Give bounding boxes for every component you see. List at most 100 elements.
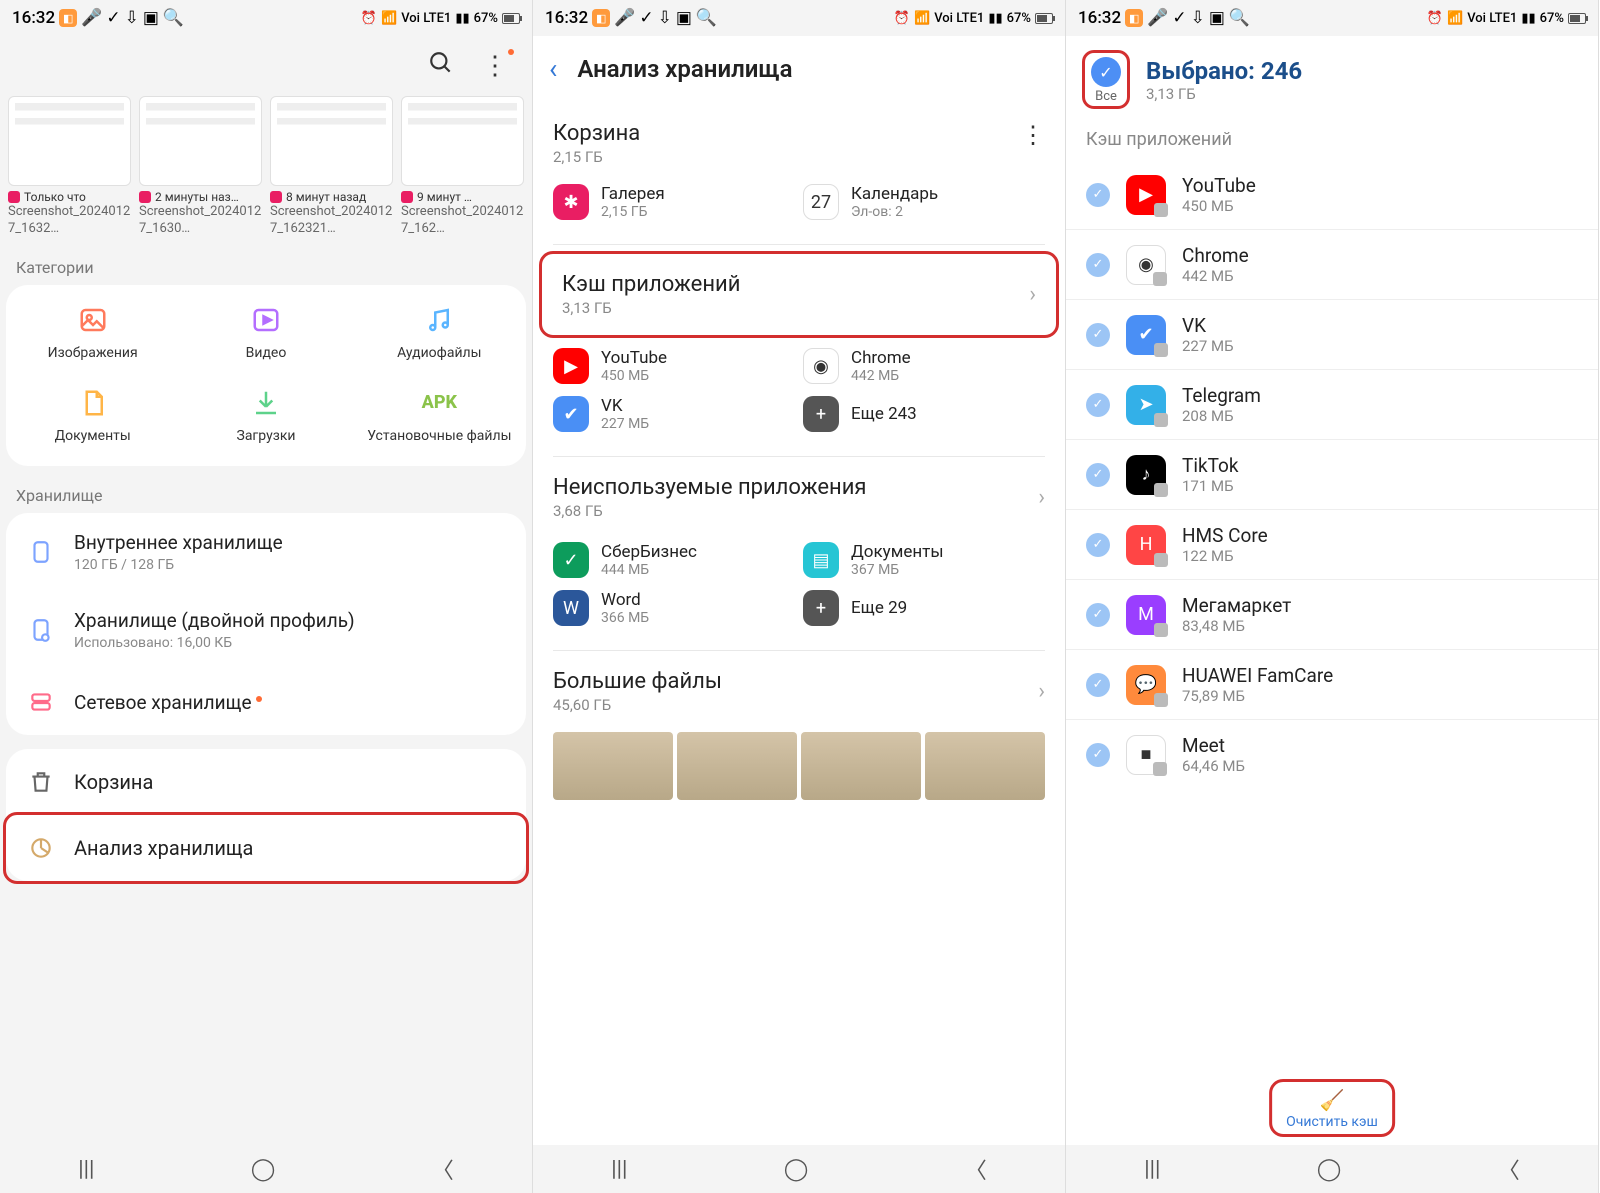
checkbox-icon[interactable]: ✓ (1086, 743, 1110, 767)
category-image[interactable]: Изображения (6, 303, 179, 362)
recents-button[interactable]: ||| (1144, 1157, 1160, 1182)
status-app-icon: ◧ (59, 9, 77, 27)
app-item[interactable]: ✱ Галерея2,15 ГБ (553, 184, 795, 220)
screenshot-thumb[interactable]: 9 минут … Screenshot_20240127_162… (401, 96, 524, 238)
categories-label: Категории (0, 238, 532, 285)
alarm-icon: ⏰ (361, 11, 377, 26)
signal-icon: ▮▮ (1521, 11, 1535, 26)
checkbox-icon[interactable]: ✓ (1086, 533, 1110, 557)
wifi-icon: 📶 (381, 11, 397, 26)
home-button[interactable]: ◯ (251, 1157, 276, 1182)
clear-cache-label: Очистить кэш (1286, 1114, 1378, 1130)
chevron-right-icon: › (1038, 679, 1045, 704)
cache-size: 3,13 ГБ (562, 299, 1029, 317)
file-thumb[interactable] (553, 732, 673, 800)
storage-item[interactable]: Внутреннее хранилище 120 ГБ / 128 ГБ (6, 513, 526, 591)
app-item[interactable]: ▤ Документы367 МБ (803, 542, 1045, 578)
checkbox-icon[interactable]: ✓ (1086, 323, 1110, 347)
file-thumb[interactable] (925, 732, 1045, 800)
cache-section-label: Кэш приложений (1066, 129, 1598, 160)
app-cache-item[interactable]: ✓ ♪ TikTok171 МБ (1066, 440, 1598, 510)
trash-title: Корзина (553, 121, 640, 146)
checkbox-icon[interactable]: ✓ (1086, 393, 1110, 417)
file-thumb[interactable] (677, 732, 797, 800)
app-item[interactable]: ✓ СберБизнес444 МБ (553, 542, 795, 578)
more-icon[interactable]: ⋮ (1021, 121, 1045, 149)
status-mic-icon: 🎤 (1147, 8, 1168, 28)
checkbox-icon[interactable]: ✓ (1086, 253, 1110, 277)
status-notif-icon: ✓ (106, 8, 120, 28)
search-icon[interactable] (428, 50, 454, 83)
app-cache-item[interactable]: ✓ ■ Meet64,46 МБ (1066, 720, 1598, 789)
app-item[interactable]: 27 КалендарьЭл-ов: 2 (803, 184, 1045, 220)
checkbox-icon[interactable]: ✓ (1086, 673, 1110, 697)
unused-title: Неиспользуемые приложения (553, 475, 1038, 500)
battery-icon (1568, 13, 1586, 24)
checkbox-icon[interactable]: ✓ (1086, 463, 1110, 487)
status-bar: 16:32 ◧ 🎤 ✓ ⇩ ▣ 🔍 ⏰ 📶 Voi LTE1 ▮▮ 67% (533, 0, 1065, 36)
app-cache-item[interactable]: ✓ ◉ Chrome442 МБ (1066, 230, 1598, 300)
screen-storage-analysis: 16:32 ◧ 🎤 ✓ ⇩ ▣ 🔍 ⏰ 📶 Voi LTE1 ▮▮ 67% ‹ … (533, 0, 1066, 1193)
category-video[interactable]: Видео (179, 303, 352, 362)
cache-items-grid: ▶ YouTube450 МБ◉ Chrome442 МБ✔ VK227 МБ+… (533, 344, 1065, 456)
screenshot-thumb[interactable]: 2 минуты наз… Screenshot_20240127_1630… (139, 96, 262, 238)
recents-button[interactable]: ||| (78, 1157, 94, 1182)
trash-header[interactable]: Корзина 2,15 ГБ ⋮ (533, 113, 1065, 180)
file-thumb[interactable] (801, 732, 921, 800)
status-search-icon: 🔍 (1229, 8, 1250, 28)
more-icon[interactable]: ⋮ (482, 51, 508, 81)
recents-button[interactable]: ||| (611, 1157, 627, 1182)
screenshot-thumb[interactable]: 8 минут назад Screenshot_20240127_162321… (270, 96, 393, 238)
big-files-row[interactable]: Большие файлы 45,60 ГБ › (533, 651, 1065, 732)
back-button[interactable]: 〈 (965, 1153, 987, 1185)
status-bar: 16:32 ◧ 🎤 ✓ ⇩ ▣ 🔍 ⏰ 📶 Voi LTE1 ▮▮ 67% (1066, 0, 1598, 36)
category-doc[interactable]: Документы (6, 386, 179, 445)
status-mic-icon: 🎤 (614, 8, 635, 28)
page-title: Анализ хранилища (577, 55, 792, 83)
back-button[interactable]: 〈 (432, 1153, 454, 1185)
signal-icon: ▮▮ (988, 11, 1002, 26)
app-item[interactable]: W Word366 МБ (553, 590, 795, 626)
checkbox-icon[interactable]: ✓ (1086, 603, 1110, 627)
app-cache-item[interactable]: ✓ М Мегамаркет83,48 МБ (1066, 580, 1598, 650)
category-audio[interactable]: Аудиофайлы (353, 303, 526, 362)
bigfiles-size: 45,60 ГБ (553, 696, 1038, 714)
home-button[interactable]: ◯ (1317, 1157, 1342, 1182)
unused-apps-row[interactable]: Неиспользуемые приложения 3,68 ГБ › (533, 457, 1065, 538)
select-all-button[interactable]: ✓ Все (1082, 50, 1130, 109)
trash-row[interactable]: Корзина (6, 749, 526, 815)
status-dl-icon: ⇩ (1191, 8, 1205, 28)
clear-cache-button[interactable]: 🧹 Очистить кэш (1269, 1079, 1395, 1137)
category-download[interactable]: Загрузки (179, 386, 352, 445)
analyze-storage-row[interactable]: Анализ хранилища (3, 812, 529, 884)
network-label: Voi LTE1 (934, 11, 984, 26)
app-item[interactable]: ◉ Chrome442 МБ (803, 348, 1045, 384)
app-cache-item[interactable]: ✓ H HMS Core122 МБ (1066, 510, 1598, 580)
alarm-icon: ⏰ (1427, 11, 1443, 26)
app-cache-item[interactable]: ✓ ▶ YouTube450 МБ (1066, 160, 1598, 230)
category-apk[interactable]: APKУстановочные файлы (353, 386, 526, 445)
status-img-icon: ▣ (143, 8, 159, 28)
selection-header: ✓ Все Выбрано: 246 3,13 ГБ (1066, 36, 1598, 129)
chevron-right-icon: › (1038, 485, 1045, 510)
status-bar: 16:32 ◧ 🎤 ✓ ⇩ ▣ 🔍 ⏰ 📶 Voi LTE1 ▮▮ 67% (0, 0, 532, 36)
app-cache-item[interactable]: ✓ ✔ VK227 МБ (1066, 300, 1598, 370)
status-dl-icon: ⇩ (658, 8, 672, 28)
checkbox-icon[interactable]: ✓ (1086, 183, 1110, 207)
app-cache-item[interactable]: ✓ ➤ Telegram208 МБ (1066, 370, 1598, 440)
storage-item[interactable]: Сетевое хранилище (6, 669, 526, 735)
back-button[interactable]: 〈 (1498, 1153, 1520, 1185)
app-item[interactable]: + Еще 243 (803, 396, 1045, 432)
selected-count: Выбрано: 246 (1146, 57, 1302, 85)
screenshot-thumb[interactable]: Только что Screenshot_20240127_1632… (8, 96, 131, 238)
storage-item[interactable]: Хранилище (двойной профиль) Использовано… (6, 591, 526, 669)
categories-grid: ИзображенияВидеоАудиофайлы ДокументыЗагру… (6, 285, 526, 467)
app-item[interactable]: ▶ YouTube450 МБ (553, 348, 795, 384)
trash-size: 2,15 ГБ (553, 148, 640, 166)
app-item[interactable]: + Еще 29 (803, 590, 1045, 626)
home-button[interactable]: ◯ (784, 1157, 809, 1182)
app-cache-row[interactable]: Кэш приложений 3,13 ГБ › (539, 251, 1059, 338)
app-item[interactable]: ✔ VK227 МБ (553, 396, 795, 432)
app-cache-item[interactable]: ✓ 💬 HUAWEI FamCare75,89 МБ (1066, 650, 1598, 720)
back-arrow-icon[interactable]: ‹ (549, 52, 557, 85)
